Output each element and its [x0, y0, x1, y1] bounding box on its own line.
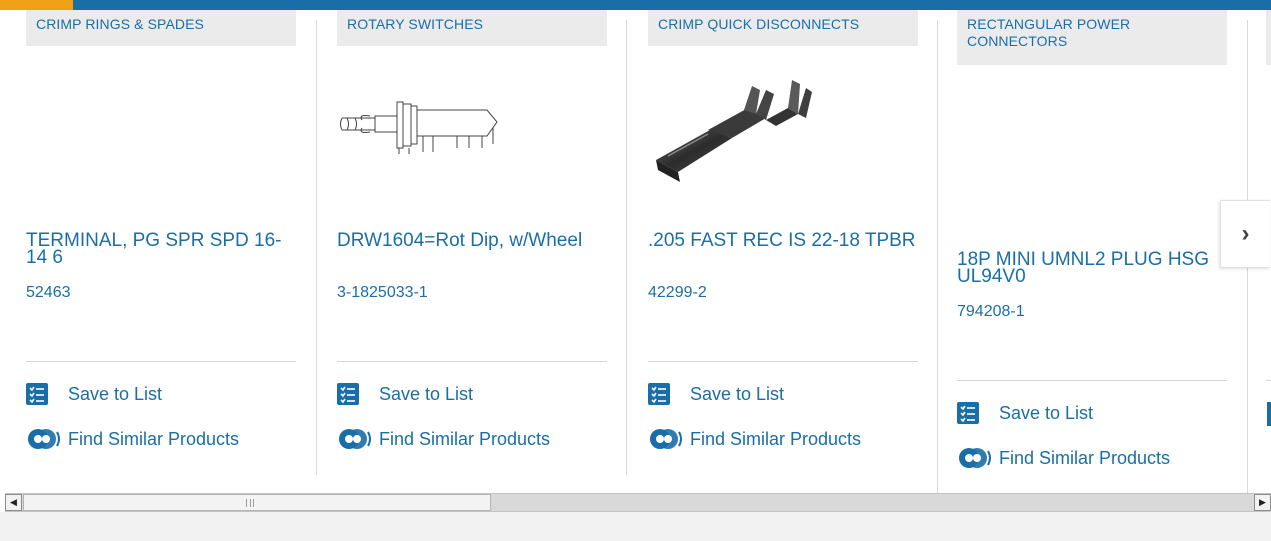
category-label[interactable]: CRIMP RINGS & SPADES — [26, 10, 296, 46]
part-number[interactable]: 794208-1 — [957, 303, 1025, 321]
card-divider — [316, 20, 317, 475]
chevron-right-icon: › — [1241, 220, 1250, 247]
product-title[interactable]: DRW1604=Rot Dip, w/Wheel — [337, 231, 607, 250]
category-label[interactable]: ROTARY SWITCHES — [337, 10, 607, 46]
save-to-list-label: Save to List — [690, 383, 785, 404]
category-label[interactable]: RECTANGULAR POWER CONNECTORS — [957, 10, 1227, 65]
scroll-right-button[interactable]: ▶ — [1254, 494, 1271, 511]
part-number[interactable]: 42299-2 — [648, 284, 707, 302]
find-similar-button[interactable]: Find Similar Products — [26, 427, 239, 451]
save-to-list-button[interactable]: Save to List — [337, 383, 473, 405]
product-title[interactable]: TERMINAL, PG SPR SPD 16-14 6 — [26, 231, 296, 267]
product-card-4: RECTANGULAR POWER CONNECTORS 18P MINI UM… — [957, 10, 1227, 493]
arrow-left-icon: ◀ — [10, 497, 17, 507]
product-carousel: CRIMP RINGS & SPADES TERMINAL, PG SPR SP… — [0, 10, 1271, 493]
find-similar-icon — [337, 427, 373, 451]
page-bottom-area — [0, 512, 1271, 541]
save-to-list-button[interactable]: Save to List — [957, 402, 1093, 424]
find-similar-icon — [957, 446, 993, 470]
checklist-icon — [1267, 402, 1271, 426]
part-number[interactable]: 52463 — [26, 284, 71, 302]
find-similar-icon — [26, 427, 62, 451]
save-to-list-button[interactable]: Save to List — [26, 383, 162, 405]
category-label — [1266, 10, 1271, 65]
scroll-left-button[interactable]: ◀ — [5, 494, 22, 511]
checklist-icon — [26, 383, 48, 405]
save-to-list-label: Save to List — [999, 402, 1094, 423]
product-card-2: ROTARY SWITCHES DRW1604=Rot Dip, w/Wheel — [337, 10, 607, 493]
scrollbar-thumb[interactable] — [23, 494, 491, 511]
category-label[interactable]: CRIMP QUICK DISCONNECTS — [648, 10, 918, 46]
rotary-switch-image[interactable] — [337, 92, 512, 162]
save-to-list-button[interactable]: Save to List — [648, 383, 784, 405]
find-similar-label: Find Similar Products — [68, 428, 240, 449]
find-similar-label: Find Similar Products — [999, 447, 1171, 468]
save-to-list-label: Save to List — [68, 383, 163, 404]
card-separator — [1266, 380, 1271, 381]
product-title[interactable]: 18P MINI UMNL2 PLUG HSG UL94V0 — [957, 250, 1227, 286]
find-similar-label: Find Similar Products — [379, 428, 551, 449]
find-similar-icon — [648, 427, 684, 451]
top-color-bar — [0, 0, 1271, 10]
carousel-next-button[interactable]: › — [1220, 200, 1270, 268]
quick-disconnect-image[interactable] — [648, 68, 818, 192]
checklist-icon — [957, 402, 979, 424]
find-similar-button[interactable]: Find Similar Products — [957, 446, 1170, 470]
arrow-right-icon: ▶ — [1259, 497, 1266, 507]
find-similar-label: Find Similar Products — [690, 428, 862, 449]
part-number[interactable]: 3-1825033-1 — [337, 284, 428, 302]
product-card-1: CRIMP RINGS & SPADES TERMINAL, PG SPR SP… — [26, 10, 296, 493]
scrollbar-grip — [246, 499, 254, 507]
product-card-3: CRIMP QUICK DISCONNECTS .205 FAST REC IS… — [648, 10, 918, 493]
horizontal-scrollbar[interactable]: ◀ ▶ — [5, 493, 1271, 512]
find-similar-button[interactable]: Find Similar Products — [648, 427, 861, 451]
card-separator — [957, 380, 1227, 381]
product-title[interactable]: .205 FAST REC IS 22-18 TPBR — [648, 231, 918, 250]
checklist-icon — [648, 383, 670, 405]
card-divider — [937, 20, 938, 493]
find-similar-button[interactable]: Find Similar Products — [337, 427, 550, 451]
checklist-icon — [337, 383, 359, 405]
card-divider — [626, 20, 627, 475]
top-accent-bar — [0, 0, 73, 10]
card-separator — [26, 361, 296, 362]
card-separator — [337, 361, 607, 362]
save-to-list-label: Save to List — [379, 383, 474, 404]
card-separator — [648, 361, 918, 362]
